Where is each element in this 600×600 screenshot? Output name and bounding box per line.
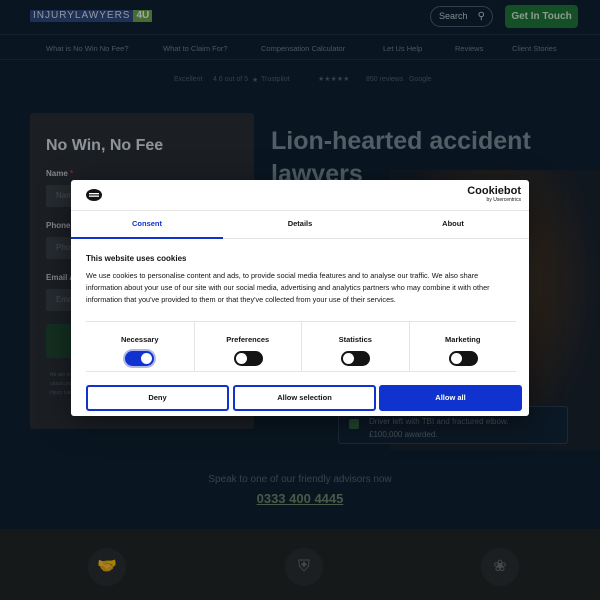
deny-button[interactable]: Deny — [86, 385, 229, 411]
cookie-category-toggles: Necessary Preferences Statistics Marketi… — [86, 321, 516, 372]
allow-selection-button[interactable]: Allow selection — [233, 385, 376, 411]
toggle-knob — [343, 353, 354, 364]
category-label: Preferences — [226, 335, 270, 344]
toggle-knob — [450, 353, 462, 364]
marketing-toggle[interactable] — [448, 351, 478, 366]
cookie-heading: This website uses cookies — [86, 254, 187, 263]
toggle-knob — [141, 353, 152, 364]
category-label: Marketing — [445, 335, 481, 344]
category-label: Necessary — [120, 335, 159, 344]
cookie-tabs: Consent Details About — [71, 211, 529, 239]
cookiebot-eye-icon — [86, 189, 102, 201]
cookiebot-brand-sub: by Usercentrics — [486, 197, 521, 203]
cookie-description: This website uses cookies We use cookies… — [86, 254, 516, 306]
category-preferences: Preferences — [193, 322, 302, 372]
allow-all-button[interactable]: Allow all — [379, 385, 522, 411]
toggle-knob — [235, 353, 247, 364]
category-necessary: Necessary — [86, 322, 194, 372]
cookie-dialog-header: Cookiebot by Usercentrics — [71, 180, 529, 211]
category-label: Statistics — [338, 335, 372, 344]
cookie-consent-dialog: Cookiebot by Usercentrics Consent Detail… — [71, 180, 529, 416]
cookie-body-text: We use cookies to personalise content an… — [86, 271, 490, 304]
category-statistics: Statistics — [301, 322, 409, 372]
tab-details[interactable]: Details — [224, 211, 376, 239]
necessary-toggle[interactable] — [125, 351, 154, 366]
category-marketing: Marketing — [408, 322, 517, 372]
cookie-actions: Deny Allow selection Allow all — [86, 385, 522, 411]
cookiebot-logo[interactable]: Cookiebot by Usercentrics — [467, 185, 521, 204]
statistics-toggle[interactable] — [341, 351, 370, 366]
tab-consent[interactable]: Consent — [71, 211, 223, 239]
preferences-toggle[interactable] — [233, 351, 263, 366]
cookiebot-brand: Cookiebot — [467, 185, 521, 197]
tab-about[interactable]: About — [377, 211, 529, 239]
